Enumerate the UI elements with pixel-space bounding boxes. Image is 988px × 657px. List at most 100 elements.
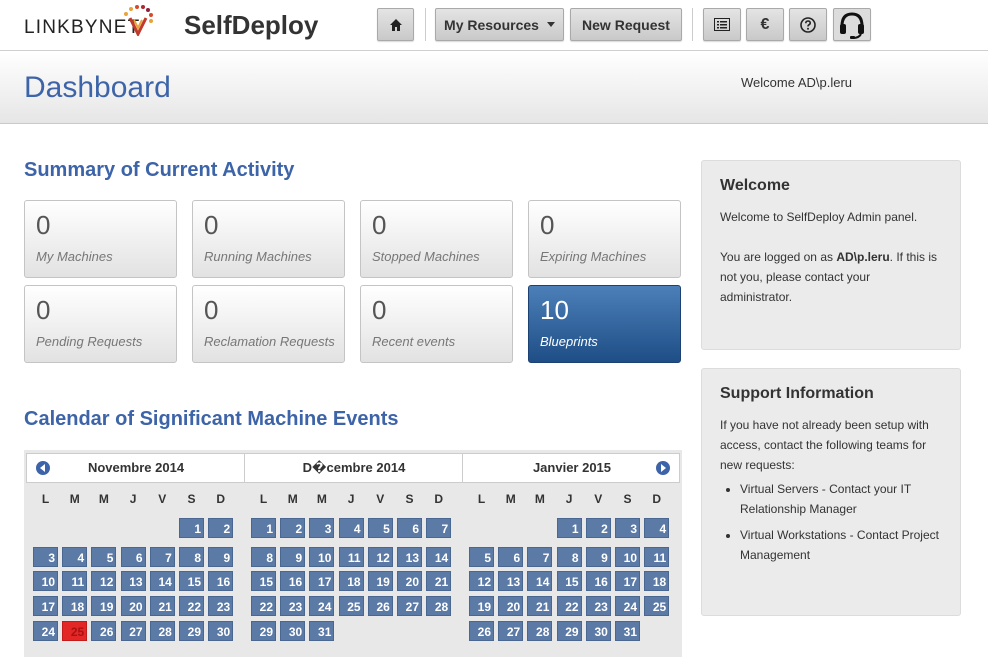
calendar-day[interactable]: 18 xyxy=(62,596,88,616)
calendar-day[interactable]: 1 xyxy=(251,518,276,538)
calendar-day[interactable]: 24 xyxy=(309,596,335,616)
calendar-day[interactable]: 23 xyxy=(280,596,306,616)
calendar-day[interactable]: 21 xyxy=(426,571,452,591)
calendar-day[interactable]: 21 xyxy=(527,596,553,616)
calendar-day[interactable]: 9 xyxy=(280,547,306,567)
calendar-day[interactable]: 5 xyxy=(367,518,393,538)
list-button[interactable] xyxy=(703,8,741,41)
calendar-day[interactable]: 9 xyxy=(208,547,234,567)
calendar-day[interactable]: 19 xyxy=(367,571,393,591)
billing-button[interactable]: € xyxy=(746,8,784,41)
calendar-day[interactable]: 16 xyxy=(280,571,306,591)
calendar-day[interactable]: 25 xyxy=(338,596,364,616)
calendar-day[interactable]: 19 xyxy=(91,596,117,616)
calendar-day[interactable]: 25 xyxy=(644,596,670,616)
next-month-icon[interactable] xyxy=(656,461,670,475)
calendar-day[interactable]: 26 xyxy=(367,596,393,616)
calendar-day[interactable]: 14 xyxy=(527,571,553,591)
calendar-day[interactable]: 6 xyxy=(498,547,524,567)
calendar-day[interactable]: 26 xyxy=(91,621,117,641)
calendar-day[interactable]: 1 xyxy=(556,518,582,538)
calendar-day[interactable]: 31 xyxy=(309,621,335,641)
calendar-day[interactable]: 24 xyxy=(33,621,58,641)
tile-blueprints[interactable]: 10 Blueprints xyxy=(528,285,681,363)
tile-stopped-machines[interactable]: 0 Stopped Machines xyxy=(360,200,513,278)
calendar-day[interactable]: 12 xyxy=(469,571,494,591)
calendar-day[interactable]: 29 xyxy=(179,621,204,641)
calendar-day[interactable]: 17 xyxy=(615,571,640,591)
calendar-day[interactable]: 6 xyxy=(397,518,422,538)
calendar-day[interactable]: 15 xyxy=(556,571,582,591)
calendar-day[interactable]: 7 xyxy=(426,518,452,538)
calendar-day[interactable]: 20 xyxy=(397,571,422,591)
calendar-day[interactable]: 13 xyxy=(397,547,422,567)
calendar-day[interactable]: 17 xyxy=(309,571,335,591)
tile-my-machines[interactable]: 0 My Machines xyxy=(24,200,177,278)
calendar-day[interactable]: 2 xyxy=(585,518,611,538)
calendar-day[interactable]: 14 xyxy=(149,571,175,591)
my-resources-dropdown[interactable]: My Resources xyxy=(435,8,564,41)
tile-running-machines[interactable]: 0 Running Machines xyxy=(192,200,345,278)
calendar-day[interactable]: 20 xyxy=(498,596,524,616)
calendar-day[interactable]: 1 xyxy=(179,518,204,538)
calendar-day[interactable]: 3 xyxy=(309,518,335,538)
calendar-day[interactable]: 13 xyxy=(120,571,146,591)
calendar-day[interactable]: 27 xyxy=(120,621,146,641)
calendar-day[interactable]: 8 xyxy=(556,547,582,567)
calendar-day[interactable]: 16 xyxy=(585,571,611,591)
calendar-day[interactable]: 20 xyxy=(120,596,146,616)
calendar-day[interactable]: 8 xyxy=(179,547,204,567)
calendar-day[interactable]: 27 xyxy=(498,621,524,641)
calendar-day[interactable]: 11 xyxy=(338,547,364,567)
calendar-day[interactable]: 26 xyxy=(469,621,494,641)
calendar-day[interactable]: 28 xyxy=(527,621,553,641)
calendar-day[interactable]: 30 xyxy=(585,621,611,641)
calendar-day[interactable]: 12 xyxy=(367,547,393,567)
support-button[interactable] xyxy=(833,8,871,41)
calendar-day[interactable]: 15 xyxy=(251,571,276,591)
calendar-day[interactable]: 2 xyxy=(208,518,234,538)
calendar-day[interactable]: 10 xyxy=(33,571,58,591)
new-request-button[interactable]: New Request xyxy=(570,8,682,41)
calendar-day[interactable]: 30 xyxy=(208,621,234,641)
calendar-day[interactable]: 14 xyxy=(426,547,452,567)
calendar-day[interactable]: 11 xyxy=(62,571,88,591)
tile-expiring-machines[interactable]: 0 Expiring Machines xyxy=(528,200,681,278)
calendar-day[interactable]: 28 xyxy=(426,596,452,616)
tile-reclamation-requests[interactable]: 0 Reclamation Requests xyxy=(192,285,345,363)
calendar-day[interactable]: 4 xyxy=(644,518,670,538)
home-button[interactable] xyxy=(377,8,414,41)
calendar-day[interactable]: 24 xyxy=(615,596,640,616)
calendar-day[interactable]: 5 xyxy=(469,547,494,567)
calendar-day[interactable]: 10 xyxy=(615,547,640,567)
calendar-day[interactable]: 23 xyxy=(208,596,234,616)
calendar-day[interactable]: 3 xyxy=(33,547,58,567)
calendar-day[interactable]: 7 xyxy=(527,547,553,567)
calendar-day[interactable]: 27 xyxy=(397,596,422,616)
calendar-day[interactable]: 6 xyxy=(120,547,146,567)
calendar-day[interactable]: 13 xyxy=(498,571,524,591)
calendar-day[interactable]: 9 xyxy=(585,547,611,567)
calendar-day[interactable]: 3 xyxy=(615,518,640,538)
calendar-day[interactable]: 5 xyxy=(91,547,117,567)
calendar-day[interactable]: 12 xyxy=(91,571,117,591)
calendar-day[interactable]: 30 xyxy=(280,621,306,641)
help-button[interactable] xyxy=(789,8,827,41)
calendar-day[interactable]: 4 xyxy=(62,547,88,567)
calendar-day[interactable]: 18 xyxy=(338,571,364,591)
tile-recent-events[interactable]: 0 Recent events xyxy=(360,285,513,363)
calendar-day[interactable]: 22 xyxy=(251,596,276,616)
calendar-day[interactable]: 4 xyxy=(338,518,364,538)
calendar-day[interactable]: 17 xyxy=(33,596,58,616)
calendar-day[interactable]: 22 xyxy=(179,596,204,616)
calendar-day[interactable]: 10 xyxy=(309,547,335,567)
calendar-day[interactable]: 21 xyxy=(149,596,175,616)
calendar-day[interactable]: 8 xyxy=(251,547,276,567)
calendar-day-today[interactable]: 25 xyxy=(62,621,88,641)
calendar-day[interactable]: 31 xyxy=(615,621,640,641)
calendar-day[interactable]: 22 xyxy=(556,596,582,616)
calendar-day[interactable]: 7 xyxy=(149,547,175,567)
calendar-day[interactable]: 23 xyxy=(585,596,611,616)
tile-pending-requests[interactable]: 0 Pending Requests xyxy=(24,285,177,363)
calendar-day[interactable]: 15 xyxy=(179,571,204,591)
